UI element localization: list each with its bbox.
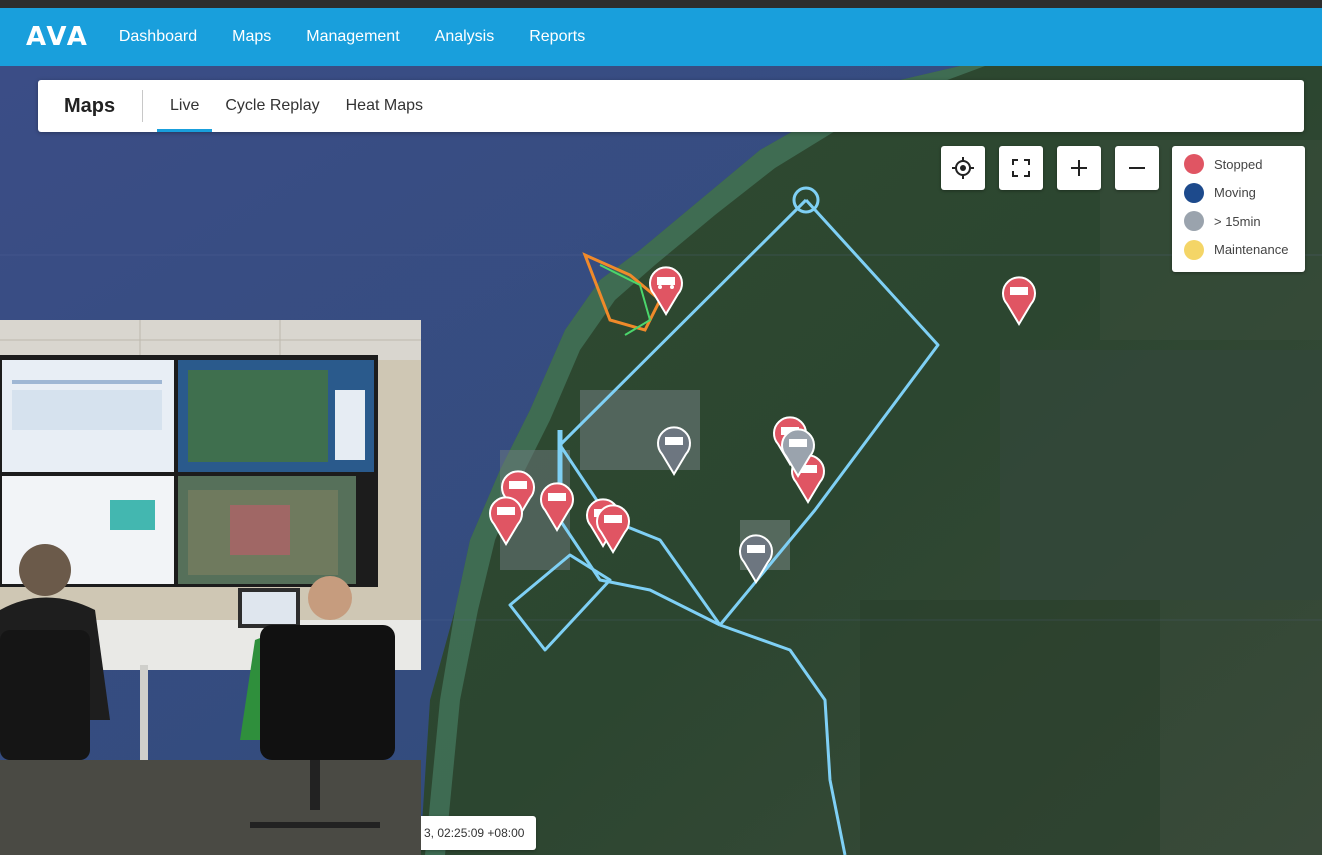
nav-reports[interactable]: Reports: [529, 28, 585, 46]
truck-marker-stopped[interactable]: [486, 492, 526, 546]
maps-subheader: Maps Live Cycle Replay Heat Maps: [38, 80, 1304, 132]
page-title: Maps: [64, 94, 116, 117]
nav-dashboard[interactable]: Dashboard: [119, 28, 197, 46]
map-timestamp: 3, 02:25:09 +08:00: [414, 816, 536, 850]
stopped-dot-icon: [1184, 154, 1204, 175]
truck-marker-stopped[interactable]: [593, 500, 633, 554]
zoom-out-button[interactable]: [1115, 146, 1159, 190]
fullscreen-button[interactable]: [999, 146, 1043, 190]
nav-analysis[interactable]: Analysis: [435, 28, 495, 46]
minus-icon: [1129, 167, 1145, 169]
main-navbar: AVA Dashboard Maps Management Analysis R…: [0, 8, 1322, 66]
nav-management[interactable]: Management: [306, 28, 399, 46]
divider: [142, 90, 143, 122]
crosshair-icon: [952, 157, 974, 179]
truck-marker-stopped[interactable]: [999, 272, 1039, 326]
locate-button[interactable]: [941, 146, 985, 190]
zoom-in-button[interactable]: [1057, 146, 1101, 190]
fullscreen-icon: [1012, 159, 1030, 177]
plus-icon: [1071, 160, 1087, 176]
moving-dot-icon: [1184, 182, 1204, 203]
maintenance-dot-icon: [1184, 239, 1204, 260]
control-room-photo: [0, 320, 421, 855]
control-room-image: [0, 320, 421, 855]
legend-item-stopped: Stopped: [1172, 150, 1305, 179]
nav-maps[interactable]: Maps: [232, 28, 271, 46]
idle-dot-icon: [1184, 211, 1204, 232]
legend-item-maintenance: Maintenance: [1172, 236, 1305, 265]
truck-marker-idle[interactable]: [778, 424, 818, 478]
tab-heat-maps[interactable]: Heat Maps: [333, 80, 436, 132]
ava-logo[interactable]: AVA: [26, 22, 89, 52]
loader-marker-idle[interactable]: [654, 422, 694, 476]
truck-marker-idle[interactable]: [736, 530, 776, 584]
loader-marker-stopped[interactable]: [537, 478, 577, 532]
legend-item-idle: > 15min: [1172, 207, 1305, 236]
legend-item-moving: Moving: [1172, 179, 1305, 208]
tab-live[interactable]: Live: [157, 80, 213, 132]
window-top-strip: [0, 0, 1322, 8]
truck-marker-stopped[interactable]: [646, 262, 686, 316]
status-legend: Stopped Moving > 15min Maintenance: [1172, 146, 1305, 272]
tab-cycle-replay[interactable]: Cycle Replay: [212, 80, 332, 132]
